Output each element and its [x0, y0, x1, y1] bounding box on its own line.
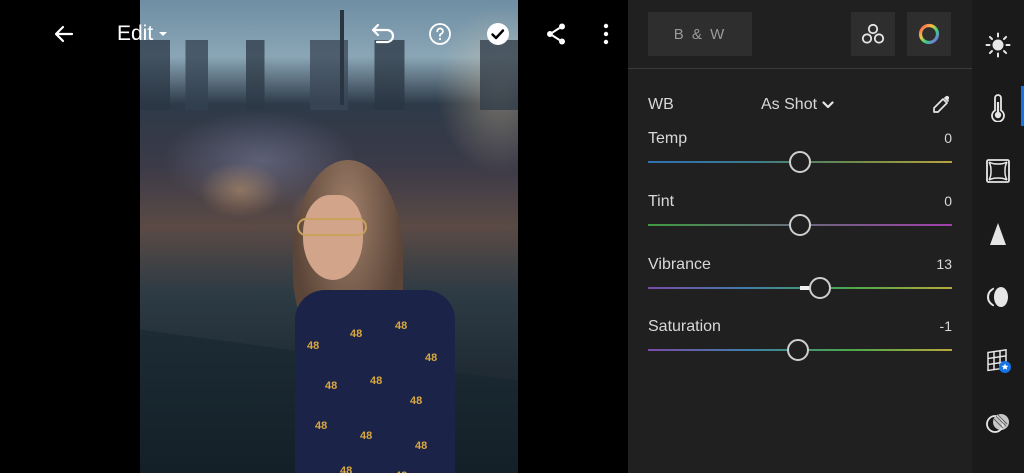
arrow-left-icon [54, 25, 74, 43]
wb-label: WB [648, 96, 674, 113]
shirt-number: 48 [315, 420, 328, 432]
detail-tool-button[interactable] [972, 208, 1024, 260]
top-bar: Edit [0, 0, 628, 68]
color-tool-button[interactable] [972, 82, 1024, 134]
eyedropper-icon [933, 95, 950, 113]
color-mix-button[interactable] [907, 12, 951, 56]
sun-icon [985, 32, 1011, 58]
white-balance-row: WB As Shot [648, 94, 952, 118]
photo-canvas[interactable]: 48 48 48 48 48 48 48 48 48 48 48 48 [140, 0, 518, 473]
shirt-number: 48 [370, 375, 383, 387]
effects-tool-button[interactable] [972, 145, 1024, 197]
overlap-circles-icon [986, 414, 1009, 433]
optics-tool-button[interactable] [972, 271, 1024, 323]
subject-glasses [297, 218, 367, 236]
light-tool-button[interactable] [972, 19, 1024, 71]
bw-button[interactable]: B & W [648, 12, 752, 56]
temp-thumb[interactable] [789, 151, 811, 173]
color-wheel-icon [918, 23, 940, 45]
shirt-number: 48 [360, 430, 373, 442]
shirt-number: 48 [415, 440, 428, 452]
profiles-button[interactable] [851, 12, 895, 56]
profiles-icon [861, 23, 885, 44]
presets-tool-button[interactable] [972, 397, 1024, 449]
shirt-number: 48 [395, 320, 408, 332]
temp-label: Temp [648, 130, 688, 147]
more-button[interactable] [590, 18, 622, 50]
tool-rail [972, 0, 1024, 473]
saturation-slider[interactable]: Saturation -1 [648, 318, 952, 364]
color-panel: B & W WB As Shot Temp 0 Tint 0 Vibrance … [628, 0, 972, 473]
saturation-label: Saturation [648, 318, 721, 335]
share-button[interactable] [540, 18, 572, 50]
wb-value: As Shot [761, 96, 818, 113]
temp-slider[interactable]: Temp 0 [648, 130, 952, 176]
geometry-tool-button[interactable] [972, 334, 1024, 386]
shirt-number: 48 [325, 380, 338, 392]
tint-label: Tint [648, 193, 675, 210]
vibrance-label: Vibrance [648, 256, 711, 273]
shirt-number: 48 [350, 328, 363, 340]
shirt-number: 48 [307, 340, 320, 352]
done-button[interactable] [482, 18, 514, 50]
help-button[interactable] [424, 18, 456, 50]
undo-icon [371, 23, 395, 44]
tint-slider[interactable]: Tint 0 [648, 193, 952, 239]
help-circle-icon [429, 23, 451, 45]
saturation-thumb[interactable] [787, 339, 810, 361]
tint-thumb[interactable] [789, 214, 811, 236]
triangle-icon [990, 223, 1006, 245]
checkmark-circle-icon [487, 23, 509, 45]
shirt-number: 48 [410, 395, 423, 407]
lens-icon [986, 287, 1008, 307]
edit-mode-menu[interactable]: Edit [117, 22, 169, 46]
vibrance-slider[interactable]: Vibrance 13 [648, 256, 952, 302]
caret-down-icon [159, 32, 168, 36]
wb-preset-dropdown[interactable]: As Shot [761, 96, 834, 114]
shirt-number: 48 [425, 352, 438, 364]
vignette-icon [986, 159, 1010, 183]
subject-woman: 48 48 48 48 48 48 48 48 48 48 48 48 [285, 160, 460, 473]
share-icon [547, 23, 565, 45]
panel-divider [628, 68, 972, 69]
vibrance-value: 13 [936, 256, 952, 272]
grid-star-icon [987, 349, 1011, 373]
wb-eyedropper-button[interactable] [930, 94, 952, 121]
edit-label: Edit [117, 22, 154, 45]
thermometer-icon [991, 94, 1005, 122]
back-button[interactable] [48, 18, 80, 50]
more-vertical-icon [603, 23, 609, 45]
undo-button[interactable] [366, 18, 398, 50]
chevron-down-icon [822, 101, 834, 109]
tint-value: 0 [944, 193, 952, 209]
subject-shirt: 48 48 48 48 48 48 48 48 48 48 48 48 [295, 290, 455, 473]
temp-value: 0 [944, 130, 952, 146]
subject-face [303, 195, 363, 280]
saturation-value: -1 [939, 318, 952, 334]
vibrance-thumb[interactable] [808, 277, 831, 299]
shirt-number: 48 [340, 465, 353, 473]
